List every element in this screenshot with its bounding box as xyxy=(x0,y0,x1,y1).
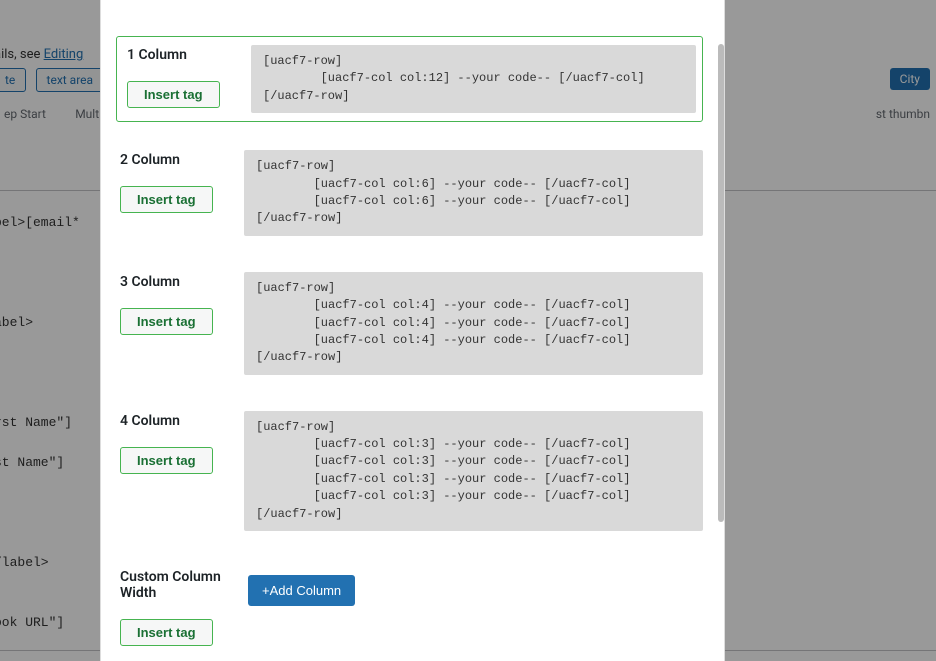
column-3-label: 3 Column xyxy=(120,272,244,290)
column-option-2: 2 Column Insert tag [uacf7-row] [uacf7-c… xyxy=(116,142,703,244)
modal-scrollbar[interactable] xyxy=(716,0,724,661)
column-1-code: [uacf7-row] [uacf7-col col:12] --your co… xyxy=(251,45,696,113)
column-custom-area: +Add Column xyxy=(244,567,703,646)
column-option-3-left: 3 Column Insert tag xyxy=(116,272,244,375)
column-option-1-left: 1 Column Insert tag xyxy=(123,45,251,113)
column-1-label: 1 Column xyxy=(127,45,251,63)
column-option-4: 4 Column Insert tag [uacf7-row] [uacf7-c… xyxy=(116,403,703,539)
insert-tag-button-1[interactable]: Insert tag xyxy=(127,81,220,108)
column-3-code: [uacf7-row] [uacf7-col col:4] --your cod… xyxy=(244,272,703,375)
add-column-button[interactable]: +Add Column xyxy=(248,575,355,606)
column-2-code: [uacf7-row] [uacf7-col col:6] --your cod… xyxy=(244,150,703,236)
column-option-custom: Custom Column Width Insert tag +Add Colu… xyxy=(116,559,703,654)
insert-tag-button-3[interactable]: Insert tag xyxy=(120,308,213,335)
column-option-2-left: 2 Column Insert tag xyxy=(116,150,244,236)
insert-tag-button-2[interactable]: Insert tag xyxy=(120,186,213,213)
column-option-1: 1 Column Insert tag [uacf7-row] [uacf7-c… xyxy=(116,36,703,122)
column-modal: 1 Column Insert tag [uacf7-row] [uacf7-c… xyxy=(100,0,725,661)
insert-tag-button-4[interactable]: Insert tag xyxy=(120,447,213,474)
column-4-label: 4 Column xyxy=(120,411,244,429)
column-2-label: 2 Column xyxy=(120,150,244,168)
column-custom-label: Custom Column Width xyxy=(120,567,244,601)
insert-tag-button-custom[interactable]: Insert tag xyxy=(120,619,213,646)
modal-content: 1 Column Insert tag [uacf7-row] [uacf7-c… xyxy=(101,0,718,661)
column-custom-left: Custom Column Width Insert tag xyxy=(116,567,244,646)
scrollbar-thumb[interactable] xyxy=(718,44,724,522)
column-4-code: [uacf7-row] [uacf7-col col:3] --your cod… xyxy=(244,411,703,531)
column-option-3: 3 Column Insert tag [uacf7-row] [uacf7-c… xyxy=(116,264,703,383)
column-option-4-left: 4 Column Insert tag xyxy=(116,411,244,531)
